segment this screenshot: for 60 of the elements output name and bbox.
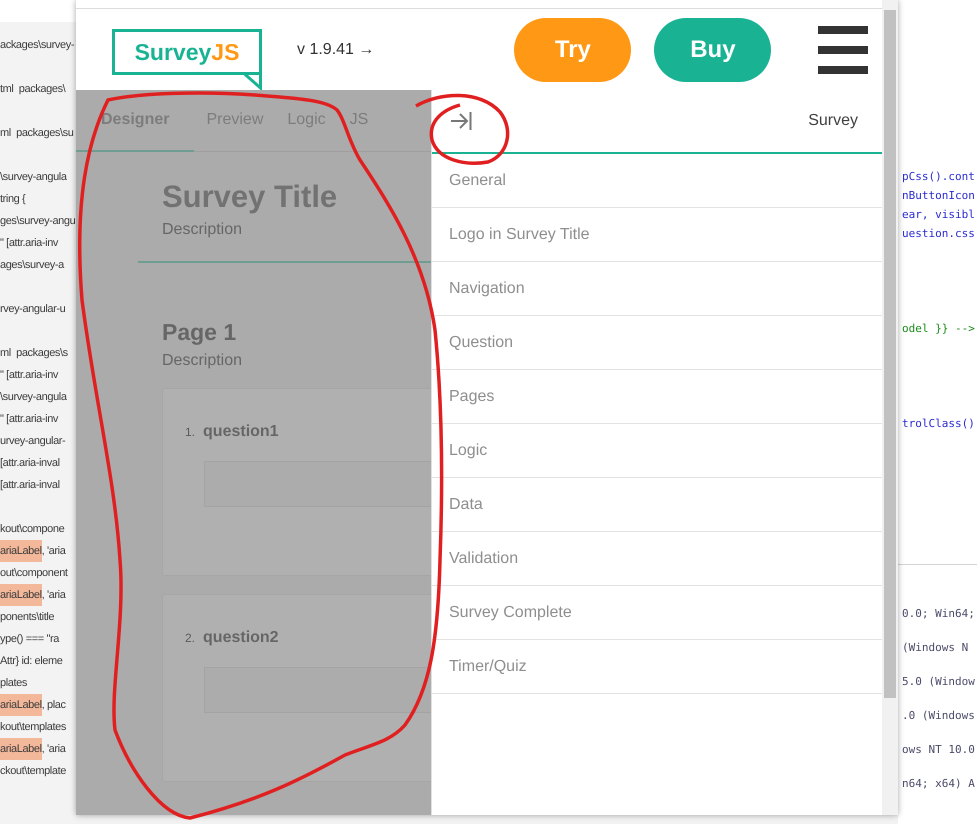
code-text: tring { [0, 192, 26, 207]
scrollbar[interactable] [882, 0, 898, 815]
question-number: 1. [185, 425, 196, 439]
pill-button[interactable]: Try [514, 18, 632, 82]
code-text: kout\templates [0, 720, 66, 735]
code-text: [attr.aria-inval [0, 456, 60, 471]
highlighted-code: ariaLabel [0, 584, 42, 606]
menu-icon[interactable] [818, 26, 868, 74]
code-text: \survey-angula [0, 390, 67, 405]
code-text: " [attr.aria-inv [0, 236, 58, 251]
code-text: ckout\template [0, 764, 66, 779]
code-text: ackages\survey- [0, 38, 74, 53]
code-text: kout\compone [0, 522, 64, 537]
page-title: Page 1 [162, 319, 238, 346]
code-text: (Windows N [902, 640, 970, 656]
code-text: " [attr.aria-inv [0, 368, 58, 383]
code-text: out\component [0, 566, 68, 581]
code-text: [attr.aria-inval [0, 478, 60, 493]
survey-title: Survey Title [162, 179, 338, 215]
code-text: , 'aria [42, 544, 66, 559]
code-text: plates [0, 676, 27, 691]
code-text: ages\survey-a [0, 258, 64, 273]
version-link[interactable]: v 1.9.41 → [297, 40, 374, 58]
highlighted-code: ariaLabel [0, 540, 42, 562]
code-text: , 'aria [42, 588, 66, 603]
arrow-to-bar-icon[interactable] [450, 111, 472, 131]
code-text: pCss().cont [902, 169, 976, 185]
question-title: question1 [203, 423, 279, 441]
code-text: ml packages\su [0, 126, 74, 141]
code-text: Attr} id: eleme [0, 654, 62, 669]
code-text: \survey-angula [0, 170, 67, 185]
code-text: " [attr.aria-inv [0, 412, 58, 427]
code-text: uestion.css [902, 226, 976, 242]
pill-button[interactable]: Buy [654, 18, 772, 82]
code-text: ml packages\s [0, 346, 68, 361]
code-text: ows NT 10.0 [902, 742, 976, 758]
code-text: 0.0; Win64; [902, 606, 976, 622]
code-text: nButtonIcon [902, 188, 976, 204]
page-description: Description [162, 352, 244, 370]
question-title: question2 [203, 629, 279, 647]
code-text: urvey-angular- [0, 434, 66, 449]
code-text: ges\survey-angu [0, 214, 76, 229]
highlighted-code: ariaLabel [0, 738, 42, 760]
code-text: ponents\title [0, 610, 54, 625]
code-text: , 'aria [42, 742, 66, 757]
code-text: ype() === "ra [0, 632, 59, 647]
code-text: ear, visibl [902, 207, 976, 223]
code-text: odel }} --> [902, 321, 976, 337]
scrollbar-thumb[interactable] [884, 10, 896, 698]
survey-description: Description [162, 221, 244, 239]
code-text: tml packages\ [0, 82, 66, 97]
question-number: 2. [185, 631, 196, 645]
code-text: n64; x64) A [902, 776, 976, 792]
code-text: rvey-angular-u [0, 302, 66, 317]
code-text: , plac [42, 698, 66, 713]
code-text: 5.0 (Window [902, 674, 976, 690]
code-text: .0 (Windows [902, 708, 976, 724]
panel-title: Survey [808, 112, 858, 130]
code-text: trolClass() [902, 416, 976, 432]
highlighted-code: ariaLabel [0, 694, 42, 716]
